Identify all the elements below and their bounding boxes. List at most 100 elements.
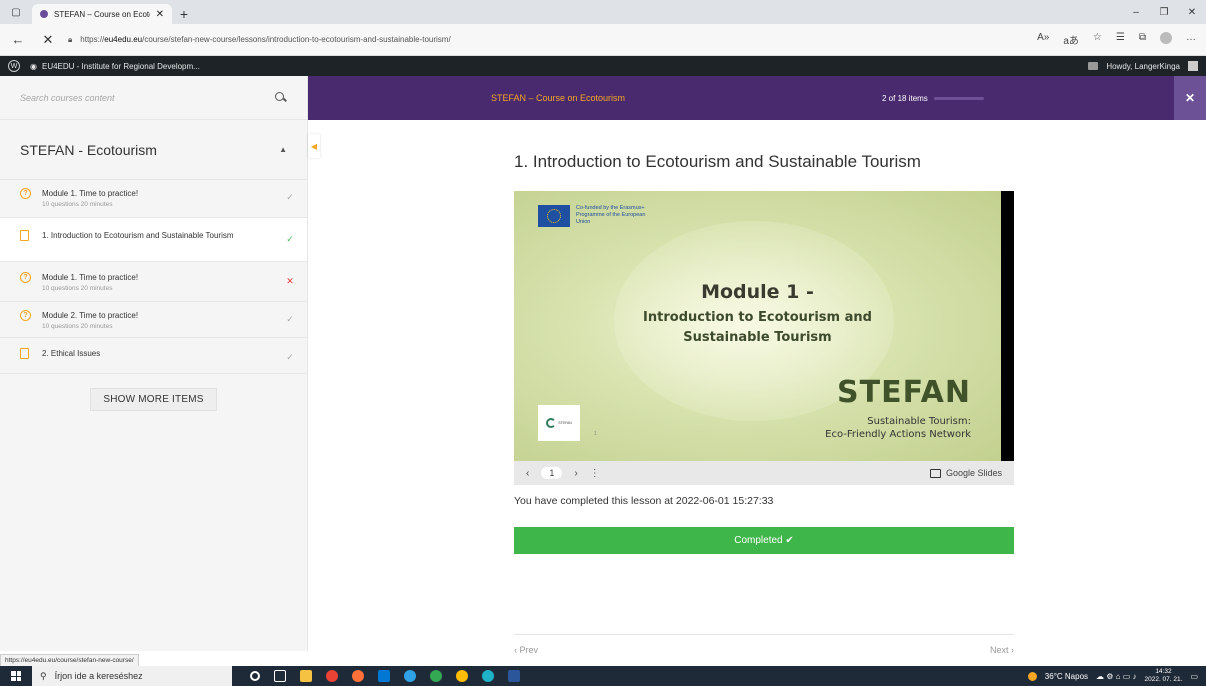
notifications-icon[interactable]: ▭: [1190, 672, 1198, 681]
wp-account[interactable]: Howdy, LangerKinga: [1088, 61, 1198, 71]
item-name: Module 2. Time to practice!: [42, 311, 139, 320]
slide-page-number: 1: [594, 431, 597, 437]
search-icon: ⚲: [40, 670, 47, 681]
edge-2-icon[interactable]: [482, 670, 494, 682]
item-name: 1. Introduction to Ecotourism and Sustai…: [42, 231, 234, 240]
task-view-icon[interactable]: [274, 670, 286, 682]
slides-controls: ‹ 1 › ⋮ Google Slides: [514, 461, 1014, 485]
stefan-logo-text: STEFAN: [558, 421, 572, 425]
more-icon[interactable]: …: [1186, 32, 1196, 47]
slides-embed[interactable]: Co-funded by the Erasmus+ Programme of t…: [514, 191, 1014, 485]
show-more-button[interactable]: SHOW MORE ITEMS: [90, 388, 217, 411]
item-meta: 10 questions 20 minutes: [42, 323, 113, 330]
clock[interactable]: 14:32 2022. 07. 21.: [1144, 668, 1182, 684]
weather-text[interactable]: 36°C Napos: [1045, 672, 1088, 681]
sidebar-item-lesson[interactable]: 2. Ethical Issues ✓: [0, 338, 307, 374]
tray-icons[interactable]: ☁ ⚙ ⌂ ▭ ♪: [1096, 672, 1136, 681]
eu-flag-icon: [538, 205, 570, 227]
stefan-logo: STEFAN: [538, 405, 580, 441]
prev-lesson-link[interactable]: ‹ Prev: [514, 645, 538, 655]
firefox-icon[interactable]: [352, 670, 364, 682]
next-slide-icon[interactable]: ›: [574, 468, 577, 479]
slide-page-indicator[interactable]: 1: [541, 467, 563, 479]
slide-canvas: Co-funded by the Erasmus+ Programme of t…: [514, 191, 1001, 461]
back-icon[interactable]: ←: [8, 32, 28, 47]
favorite-icon[interactable]: ☆: [1093, 32, 1102, 47]
course-title-link[interactable]: STEFAN – Course on Ecotourism: [491, 93, 625, 103]
taskbar-search[interactable]: ⚲ Írjon ide a kereséshez: [32, 666, 232, 686]
course-header: STEFAN – Course on Ecotourism 2 of 18 it…: [308, 76, 1206, 120]
sidebar-item-quiz[interactable]: ? Module 1. Time to practice! 10 questio…: [0, 180, 307, 218]
lesson-navigation: ‹ Prev Next ›: [514, 634, 1014, 655]
system-tray: 36°C Napos ☁ ⚙ ⌂ ▭ ♪ 14:32 2022. 07. 21.…: [1027, 668, 1206, 684]
store-icon[interactable]: [378, 670, 390, 682]
quiz-icon: ?: [20, 272, 31, 283]
item-meta: 10 questions 20 minutes: [42, 201, 113, 208]
item-name: Module 1. Time to practice!: [42, 189, 139, 198]
url-field[interactable]: 🔒︎ https://eu4edu.eu/course/stefan-new-c…: [68, 29, 1027, 51]
search-icon[interactable]: [275, 91, 287, 104]
taskbar-apps: [250, 670, 520, 682]
collections-icon[interactable]: ⧉: [1139, 32, 1146, 47]
item-name: Module 1. Time to practice!: [42, 273, 139, 282]
profile-avatar[interactable]: [1160, 32, 1172, 44]
section-title: STEFAN - Ecotourism: [20, 141, 157, 158]
url-host: eu4edu.eu: [104, 35, 143, 44]
start-button[interactable]: [0, 666, 32, 686]
slide-brand: STEFAN: [837, 375, 971, 410]
completed-button[interactable]: Completed ✔: [514, 527, 1014, 554]
slides-menu-icon[interactable]: ⋮: [590, 468, 600, 479]
cortana-icon[interactable]: [250, 671, 260, 681]
collapse-caret-icon[interactable]: ▲: [279, 145, 287, 154]
chrome-3-icon[interactable]: [456, 670, 468, 682]
sidebar-item-quiz[interactable]: ? Module 2. Time to practice! 10 questio…: [0, 302, 307, 338]
edge-icon[interactable]: [404, 670, 416, 682]
search-input[interactable]: [20, 92, 275, 103]
google-slides-label: Google Slides: [945, 468, 1002, 478]
section-header[interactable]: STEFAN - Ecotourism ▲: [0, 120, 307, 180]
sidebar-item-lesson-current[interactable]: 1. Introduction to Ecotourism and Sustai…: [0, 218, 307, 262]
stop-icon[interactable]: ✕: [38, 32, 58, 48]
browser-tab[interactable]: STEFAN – Course on Ecotourism ✕: [32, 4, 172, 24]
wp-admin-bar: W ◉ EU4EDU - Institute for Regional Deve…: [0, 56, 1206, 76]
translate-icon[interactable]: aあ: [1063, 32, 1079, 47]
favorites-bar-icon[interactable]: ☰: [1116, 32, 1125, 47]
browser-tab-bar: ▢ STEFAN – Course on Ecotourism ✕ + – ❐ …: [0, 0, 1206, 24]
fail-icon: ✕: [286, 276, 294, 286]
new-tab-icon[interactable]: +: [172, 4, 196, 24]
wp-site-name: EU4EDU - Institute for Regional Developm…: [41, 61, 200, 71]
next-lesson-link[interactable]: Next ›: [990, 645, 1014, 655]
chrome-icon[interactable]: [326, 670, 338, 682]
chrome-2-icon[interactable]: [430, 670, 442, 682]
slide-module-heading: Module 1 -: [701, 281, 814, 303]
taskbar-search-placeholder: Írjon ide a kereséshez: [54, 671, 143, 681]
sidebar-item-quiz[interactable]: ? Module 1. Time to practice! 10 questio…: [0, 262, 307, 302]
read-aloud-icon[interactable]: A»: [1037, 32, 1049, 47]
progress-bar: [933, 96, 984, 100]
favicon-icon: [40, 10, 48, 18]
check-icon: ✓: [286, 314, 294, 324]
windows-taskbar: ⚲ Írjon ide a kereséshez 36°C Napos ☁ ⚙ …: [0, 666, 1206, 686]
google-slides-link[interactable]: Google Slides: [929, 468, 1002, 478]
slide-brand-sub-line1: Sustainable Tourism:: [867, 416, 971, 427]
slide-brand-subtitle: Sustainable Tourism: Eco-Friendly Action…: [825, 415, 971, 441]
prev-slide-icon[interactable]: ‹: [526, 468, 529, 479]
restore-icon[interactable]: ❐: [1150, 7, 1178, 18]
user-avatar: [1188, 61, 1198, 71]
word-icon[interactable]: [508, 670, 520, 682]
wp-site-link[interactable]: ◉ EU4EDU - Institute for Regional Develo…: [30, 62, 200, 71]
file-explorer-icon[interactable]: [300, 670, 312, 682]
tab-actions-icon[interactable]: ▢: [0, 0, 32, 24]
tab-title: STEFAN – Course on Ecotourism: [54, 9, 150, 19]
progress-text: 2 of 18 items: [882, 93, 928, 103]
palette-icon: ◉: [30, 61, 37, 71]
lock-icon: 🔒︎: [68, 34, 73, 44]
close-course-icon[interactable]: ✕: [1174, 76, 1206, 120]
notification-icon[interactable]: [1088, 62, 1099, 70]
close-tab-icon[interactable]: ✕: [156, 9, 164, 20]
close-window-icon[interactable]: ✕: [1178, 7, 1206, 18]
wordpress-icon[interactable]: W: [8, 60, 20, 72]
sidebar-toggle-icon[interactable]: ◀: [308, 134, 320, 158]
minimize-icon[interactable]: –: [1122, 7, 1150, 18]
eu-funding-logo: Co-funded by the Erasmus+ Programme of t…: [538, 205, 646, 227]
